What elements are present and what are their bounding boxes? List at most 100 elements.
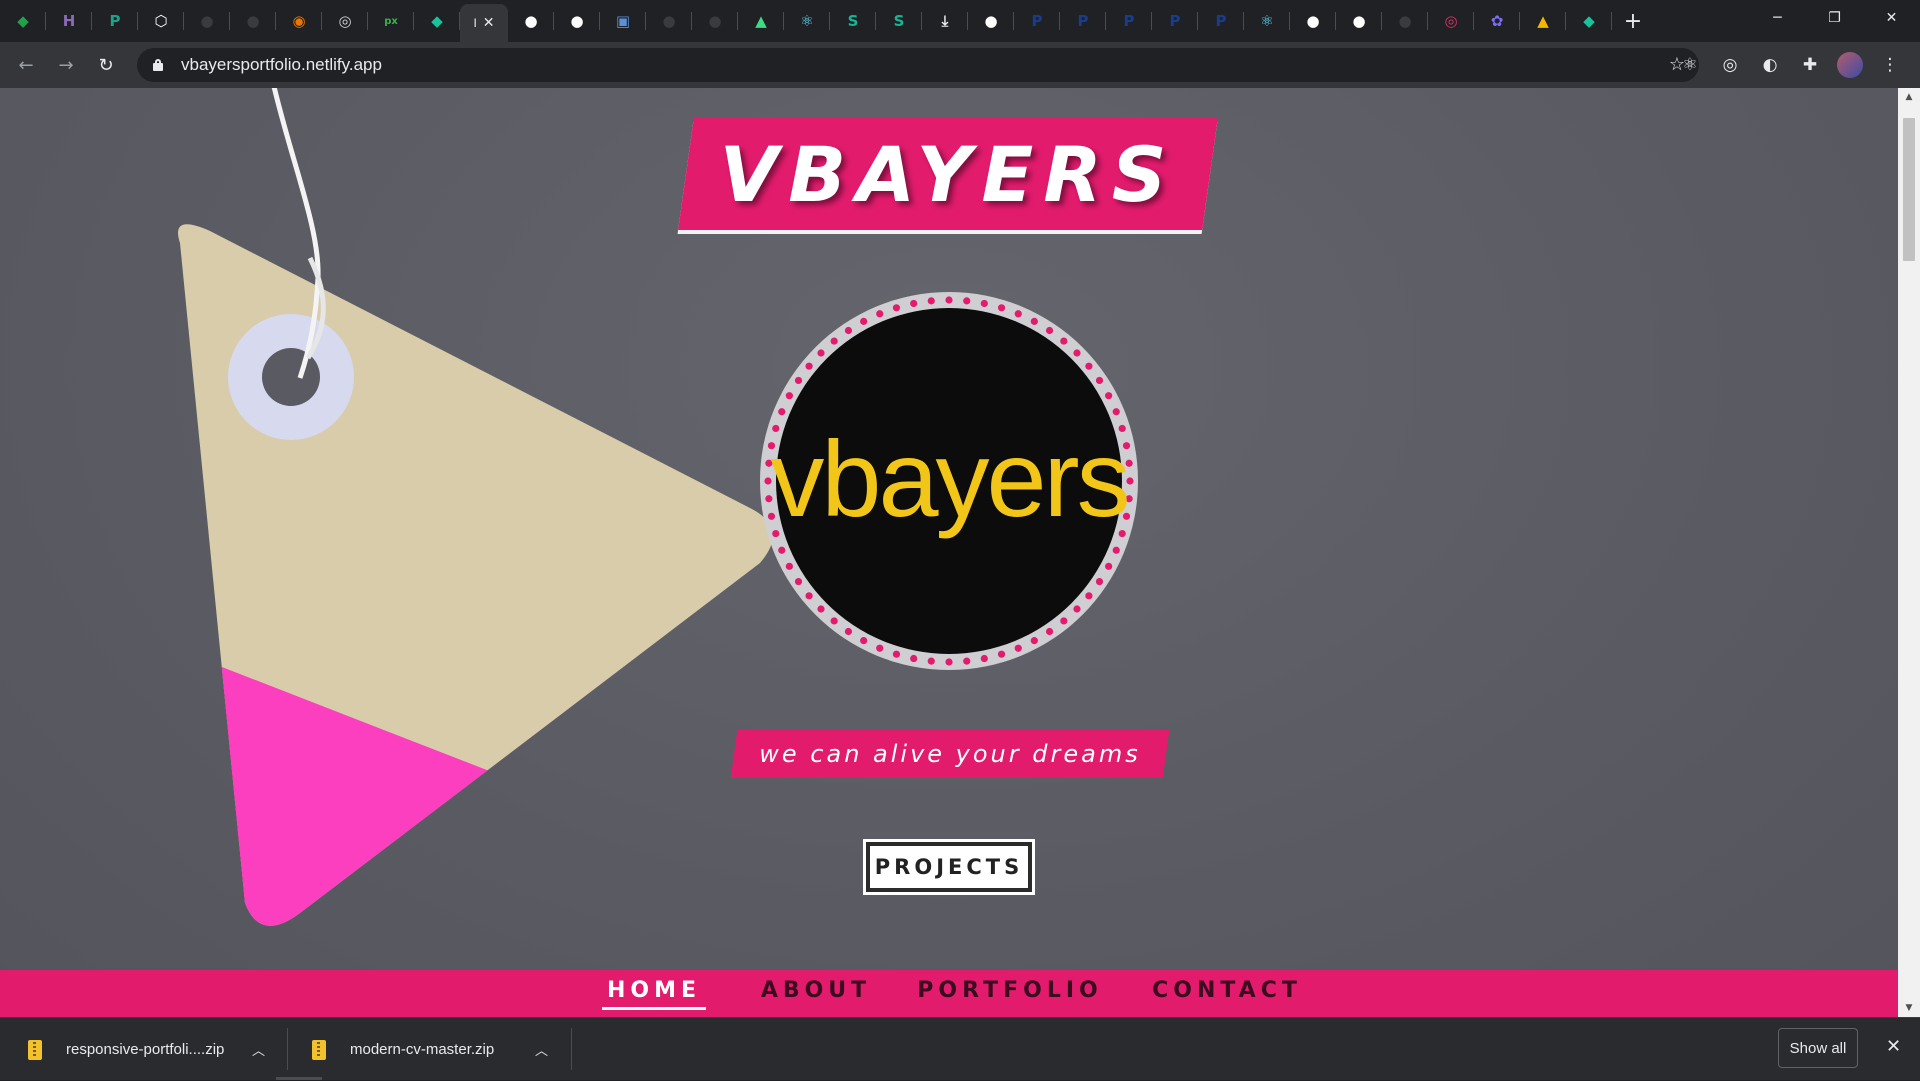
nav-home[interactable]: HOME (602, 978, 706, 1010)
page-viewport: VBAYERS vbayers we can alive your dreams… (0, 88, 1898, 1017)
browser-tab[interactable]: ▲ (738, 0, 784, 42)
download-bar: responsive-portfoli....zip ︿ modern-cv-m… (0, 1017, 1920, 1080)
active-browser-tab[interactable]: I ✕ (460, 4, 508, 42)
browser-tab[interactable]: ▲ (1520, 0, 1566, 42)
brand-title: VBAYERS (719, 129, 1177, 219)
window-controls: ─ ❐ ✕ (1749, 0, 1920, 36)
browser-tab[interactable]: P (1014, 0, 1060, 42)
browser-tab[interactable]: H (46, 0, 92, 42)
profile-avatar[interactable] (1830, 47, 1870, 83)
new-tab-button[interactable]: + (1612, 0, 1654, 42)
show-all-button[interactable]: Show all (1778, 1028, 1858, 1068)
stackblitz-icon: S (847, 12, 859, 30)
browser-tab[interactable]: ● (646, 0, 692, 42)
record-icon[interactable]: ◎ (1710, 47, 1750, 83)
react-devtools-icon[interactable]: ⚛ (1670, 47, 1710, 83)
browser-tab[interactable]: ◎ (1428, 0, 1474, 42)
reload-button[interactable]: ↻ (86, 47, 126, 83)
android-icon: ▲ (755, 12, 767, 30)
close-download-bar-icon[interactable]: ✕ (1886, 1036, 1901, 1057)
browser-tab[interactable]: ⚛ (784, 0, 830, 42)
globe-icon: ● (1352, 12, 1366, 30)
back-button[interactable]: ← (6, 47, 46, 83)
nav-portfolio[interactable]: PORTFOLIO (917, 978, 1097, 1010)
zip-file-icon (312, 1039, 326, 1060)
github-icon: ● (708, 12, 722, 30)
photo-icon: ▣ (615, 12, 631, 30)
forward-button[interactable]: → (46, 47, 86, 83)
download-icon: ⤓ (941, 12, 949, 30)
browser-tab[interactable]: ● (1336, 0, 1382, 42)
pixel-icon: px (384, 15, 398, 27)
tag-string (271, 88, 326, 379)
browser-tab[interactable]: P (1060, 0, 1106, 42)
download-item[interactable]: modern-cv-master.zip (312, 1018, 494, 1081)
browser-tab[interactable]: ◉ (276, 0, 322, 42)
page-scrollbar[interactable]: ▲ ▼ (1898, 88, 1920, 1017)
browser-tab[interactable]: ✿ (1474, 0, 1520, 42)
browser-tab[interactable]: ⚛ (1244, 0, 1290, 42)
chevron-up-icon[interactable]: ︿ (252, 1040, 265, 1059)
site-nav: HOME ABOUT PORTFOLIO CONTACT (0, 970, 1898, 1017)
tab-list: ◆ H P ⬡ ● ● ◉ ◎ px ◆ I ✕ ● ● ▣ ● ● ▲ ⚛ S S ⤓ ● P P P P P ⚛ ● ● ● ◎ ✿ ▲ ◆ + (0, 0, 1654, 42)
codepen-icon: ⬡ (154, 12, 168, 30)
restore-icon[interactable]: ❐ (1806, 0, 1863, 36)
browser-tab[interactable]: ◆ (0, 0, 46, 42)
paypal-icon: P (1031, 12, 1043, 30)
browser-tab[interactable]: ● (1290, 0, 1336, 42)
download-filename: modern-cv-master.zip (350, 1041, 495, 1058)
cluster-icon: ✿ (1490, 12, 1504, 30)
active-tab-title: I (473, 16, 477, 30)
browser-tab[interactable]: ● (968, 0, 1014, 42)
close-tab-icon[interactable]: ✕ (483, 15, 495, 31)
browser-tab[interactable]: P (1152, 0, 1198, 42)
extensions-puzzle-icon[interactable]: ✚ (1790, 47, 1830, 83)
zip-file-icon (28, 1039, 42, 1060)
scroll-down-icon[interactable]: ▼ (1898, 999, 1920, 1017)
browser-tab[interactable]: P (92, 0, 138, 42)
browser-tab[interactable]: ● (184, 0, 230, 42)
dark-mode-icon[interactable]: ◐ (1750, 47, 1790, 83)
paypal-icon: P (1077, 12, 1089, 30)
browser-tab[interactable]: ● (692, 0, 738, 42)
react-icon: ⚛ (800, 12, 814, 30)
browser-tab[interactable]: S (830, 0, 876, 42)
minimize-icon[interactable]: ─ (1749, 0, 1806, 36)
close-window-icon[interactable]: ✕ (1863, 0, 1920, 36)
react-icon: ⚛ (1260, 12, 1274, 30)
browser-tab[interactable]: ⬡ (138, 0, 184, 42)
scrollbar-thumb[interactable] (1903, 118, 1915, 261)
app-icon: P (109, 12, 121, 30)
browser-tab[interactable]: P (1198, 0, 1244, 42)
browser-tab[interactable]: ◆ (1566, 0, 1612, 42)
mongodb-leaf-icon: ◆ (17, 12, 29, 30)
paypal-icon: P (1215, 12, 1227, 30)
browser-tab[interactable]: ● (508, 0, 554, 42)
extensions-area: ⚛ ◎ ◐ ✚ ⋮ (1670, 42, 1910, 88)
browser-tab[interactable]: ● (554, 0, 600, 42)
browser-tab[interactable]: P (1106, 0, 1152, 42)
globe-icon: ● (570, 12, 584, 30)
browser-tab[interactable]: px (368, 0, 414, 42)
download-item[interactable]: responsive-portfoli....zip (28, 1018, 224, 1081)
browser-tab[interactable]: ◎ (322, 0, 368, 42)
paypal-icon: P (1169, 12, 1181, 30)
menu-kebab-icon[interactable]: ⋮ (1870, 47, 1910, 83)
browser-tab[interactable]: ● (230, 0, 276, 42)
projects-button[interactable]: PROJECTS (863, 839, 1035, 895)
diamond-icon: ◆ (1583, 12, 1595, 30)
scroll-up-icon[interactable]: ▲ (1898, 88, 1920, 106)
browser-tab[interactable]: ⤓ (922, 0, 968, 42)
globe-icon: ● (1306, 12, 1320, 30)
nav-contact[interactable]: CONTACT (1152, 978, 1298, 1010)
nav-about[interactable]: ABOUT (761, 978, 866, 1010)
browser-tab[interactable]: ▣ (600, 0, 646, 42)
globe-icon: ● (524, 12, 538, 30)
browser-toolbar: ← → ↻ vbayersportfolio.netlify.app ☆ ⚛ ◎… (0, 42, 1920, 88)
chevron-up-icon[interactable]: ︿ (535, 1040, 548, 1059)
address-bar[interactable]: vbayersportfolio.netlify.app ☆ (137, 48, 1699, 82)
browser-tab[interactable]: ● (1382, 0, 1428, 42)
browser-tab[interactable]: ◆ (414, 0, 460, 42)
browser-tab[interactable]: S (876, 0, 922, 42)
instagram-icon: ◎ (1444, 12, 1458, 30)
